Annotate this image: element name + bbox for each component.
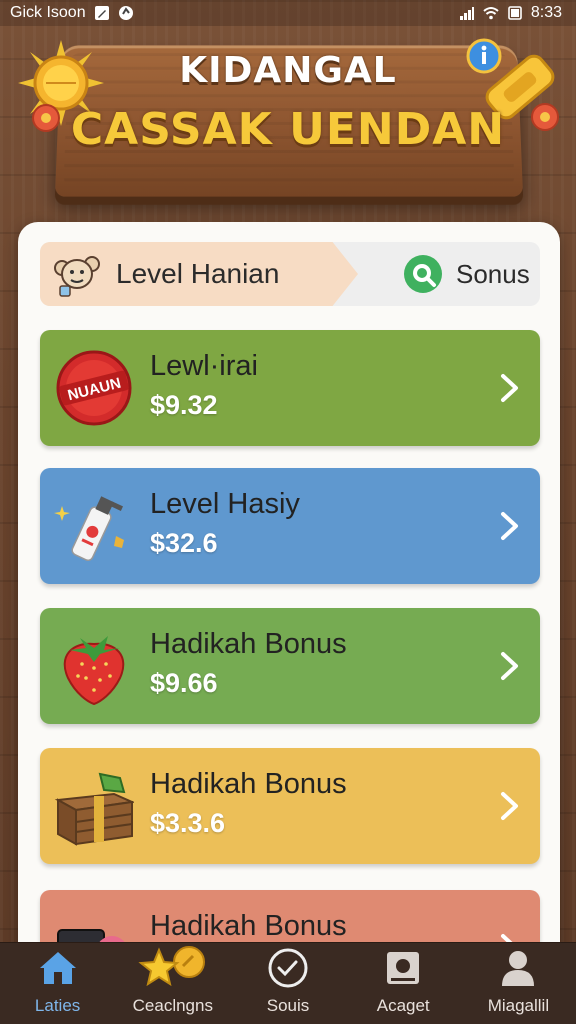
spray-bottle-icon xyxy=(54,496,124,561)
monkey-mascot-icon xyxy=(54,256,100,297)
nav-label: Laties xyxy=(34,996,81,1015)
level-card-2[interactable]: Level Hasiy $32.6 xyxy=(40,468,540,584)
tab-bar: Level Hanian Sonus xyxy=(40,242,540,306)
signal-icon xyxy=(459,7,474,20)
refresh-circle-icon xyxy=(268,948,308,988)
wifi-icon xyxy=(483,7,499,20)
app-title-line1: KIDANGAL xyxy=(179,50,397,91)
card-title: Lewl·irai xyxy=(150,350,258,382)
nav-label: Ceaclngns xyxy=(132,996,213,1015)
chevron-right-icon xyxy=(501,374,518,402)
sync-icon xyxy=(118,6,133,20)
level-card-4[interactable]: Hadikah Bonus $3.3.6 xyxy=(40,748,540,864)
nav-label: Acaget xyxy=(376,996,430,1015)
battery-icon xyxy=(508,6,522,20)
status-time: 8:33 xyxy=(530,4,562,21)
nav-item-home[interactable]: Laties xyxy=(0,943,115,1024)
card-title: Hadikah Bonus xyxy=(150,910,347,942)
tab-bonus-label: Sonus xyxy=(456,258,530,289)
camera-icon xyxy=(387,952,420,984)
edit-icon xyxy=(94,6,109,20)
home-icon xyxy=(39,952,76,984)
status-bar: Gick Isoon 8:33 xyxy=(0,0,576,26)
nav-label: Souis xyxy=(266,996,310,1015)
tab-level-label: Level Hanian xyxy=(116,258,280,289)
wooden-crate-icon xyxy=(54,772,134,846)
header-banner: KIDANGAL CASSAK UENDAN xyxy=(0,26,576,216)
card-price: $9.32 xyxy=(150,390,218,420)
nav-item-challenges[interactable]: Ceaclngns xyxy=(115,943,230,1024)
nav-item-profile[interactable]: Miagallil xyxy=(461,943,576,1024)
card-price: $32.6 xyxy=(150,528,218,558)
app-title-line2: CASSAK UENDAN xyxy=(70,104,506,155)
nav-item-acaget[interactable]: Acaget xyxy=(346,943,461,1024)
tab-bonus[interactable]: Sonus xyxy=(390,242,540,306)
chevron-right-icon xyxy=(501,792,518,820)
card-title: Hadikah Bonus xyxy=(150,628,347,660)
bottom-nav: Laties Ceaclngns Souis Acaget Miagallil xyxy=(0,942,576,1024)
nav-item-souis[interactable]: Souis xyxy=(230,943,345,1024)
star-coin-icon xyxy=(138,946,205,987)
search-icon xyxy=(404,255,442,293)
user-icon xyxy=(502,951,535,986)
tab-level[interactable]: Level Hanian xyxy=(40,242,358,306)
chevron-right-icon xyxy=(501,512,518,540)
main-panel: Level Hanian Sonus NUAUN Lewl·irai $9.32 xyxy=(18,222,560,1006)
status-text: Gick Isoon xyxy=(10,4,86,21)
red-badge-icon: NUAUN xyxy=(56,350,132,426)
card-price: $3.3.6 xyxy=(150,808,226,838)
level-card-1[interactable]: NUAUN Lewl·irai $9.32 xyxy=(40,330,540,446)
card-title: Hadikah Bonus xyxy=(150,768,347,800)
card-price: $9.66 xyxy=(150,668,218,698)
strawberry-icon xyxy=(63,636,125,706)
level-card-3[interactable]: Hadikah Bonus $9.66 xyxy=(40,608,540,724)
card-title: Level Hasiy xyxy=(150,488,300,520)
nav-label: Miagallil xyxy=(487,996,550,1015)
chevron-right-icon xyxy=(501,652,518,680)
